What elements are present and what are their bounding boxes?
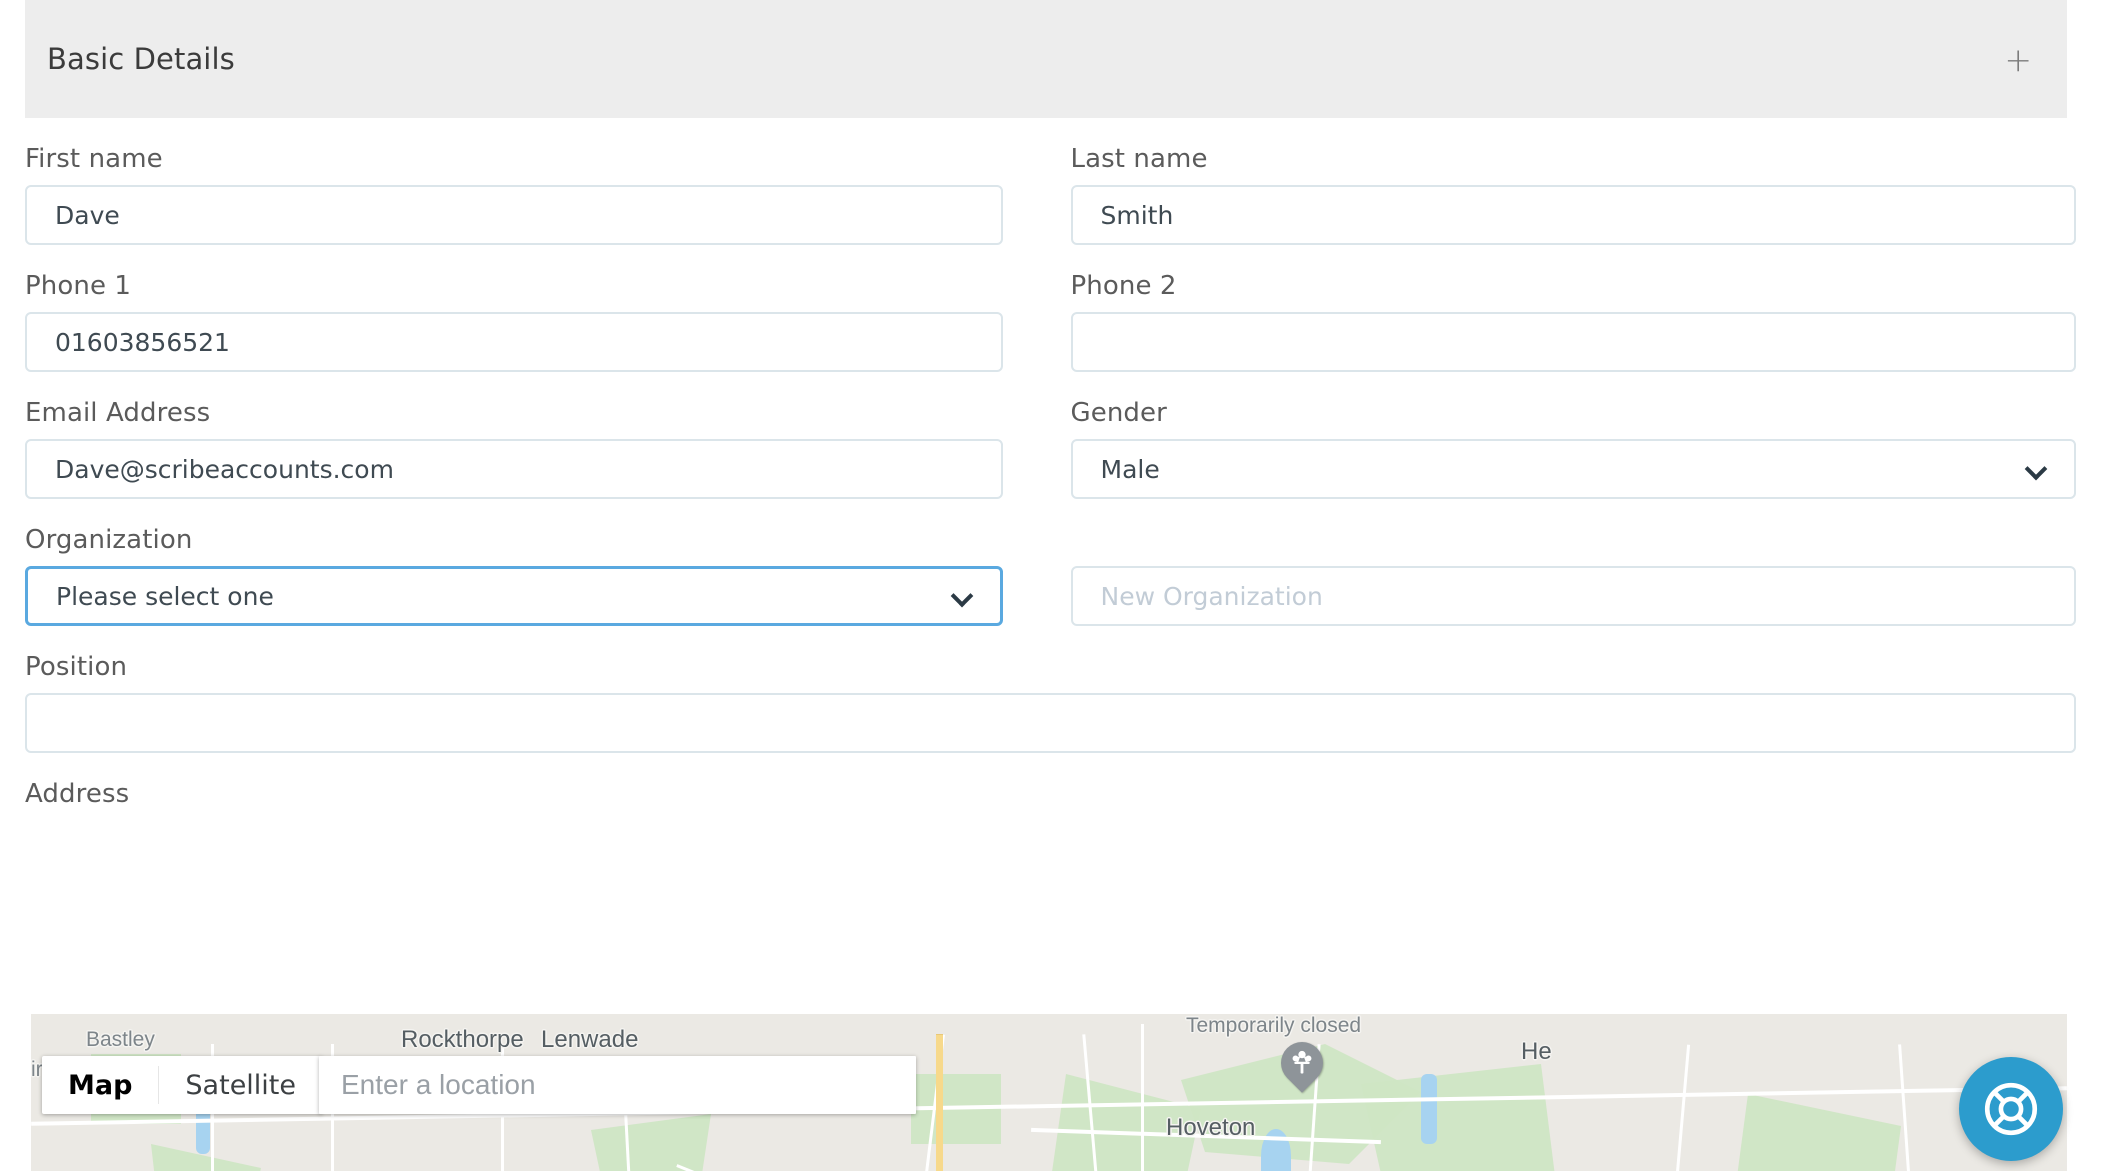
field-last-name: Last name Smith [1051, 118, 2076, 245]
new-organization-input[interactable]: New Organization [1070, 566, 2076, 626]
field-email-address: Email Address Dave@scribeaccounts.com [25, 372, 1051, 499]
map-label: Rockthorpe [401, 1026, 524, 1053]
form-row-organization: Organization Please select one New Organ… [25, 499, 2076, 626]
field-gender: Gender Male [1051, 372, 2076, 499]
help-support-button[interactable] [1959, 1057, 2063, 1161]
field-label-phone-1: Phone 1 [25, 271, 132, 301]
map-type-control: Map Satellite [42, 1056, 323, 1114]
field-label-phone-2: Phone 2 [1070, 271, 1177, 301]
field-new-organization: New Organization [1051, 499, 2076, 626]
location-search-box[interactable]: Enter a location [319, 1056, 916, 1114]
field-label-gender: Gender [1070, 398, 1167, 428]
basic-details-page: Basic Details + First name Dave Last nam… [0, 0, 2101, 1171]
chevron-down-icon [2026, 459, 2046, 479]
form-row-names: First name Dave Last name Smith [25, 118, 2076, 245]
gender-select-value: Male [1100, 454, 1160, 484]
map-label: Lenwade [541, 1026, 639, 1053]
email-address-input[interactable]: Dave@scribeaccounts.com [25, 439, 1003, 499]
panel-header: Basic Details + [25, 0, 2067, 118]
field-label-organization: Organization [25, 525, 193, 555]
location-search-input[interactable]: Enter a location [341, 1069, 536, 1101]
chevron-down-icon [952, 586, 972, 606]
lifebuoy-icon [1984, 1082, 2038, 1136]
map-type-button-map[interactable]: Map [42, 1056, 158, 1114]
map-type-button-satellite[interactable]: Satellite [159, 1056, 322, 1114]
map-label: ir [31, 1058, 43, 1081]
page-title: Basic Details [47, 42, 235, 76]
gender-select[interactable]: Male [1070, 439, 2076, 499]
field-position: Position [25, 626, 2076, 753]
organization-select[interactable]: Please select one [25, 566, 1003, 626]
last-name-input[interactable]: Smith [1070, 185, 2076, 245]
field-first-name: First name Dave [25, 118, 1051, 245]
field-label-first-name: First name [25, 144, 163, 174]
field-phone-2: Phone 2 [1051, 245, 2076, 372]
field-organization: Organization Please select one [25, 499, 1051, 626]
field-phone-1: Phone 1 01603856521 [25, 245, 1051, 372]
field-address: Address [25, 753, 2076, 820]
basic-details-form: First name Dave Last name Smith Phone 1 … [0, 118, 2101, 820]
park-pin-icon[interactable] [1272, 1033, 1332, 1093]
form-row-phones: Phone 1 01603856521 Phone 2 [25, 245, 2076, 372]
first-name-input[interactable]: Dave [25, 185, 1003, 245]
field-label-email-address: Email Address [25, 398, 211, 428]
address-map[interactable]: ir Bastley ton ley Rockthorpe Lenwade Ho… [31, 1014, 2067, 1171]
map-label: Bastley [86, 1028, 155, 1051]
form-row-position: Position [25, 626, 2076, 753]
form-row-address: Address [25, 753, 2076, 820]
map-label: Hoveton [1166, 1114, 1256, 1141]
field-label-position: Position [25, 652, 128, 682]
phone-1-input[interactable]: 01603856521 [25, 312, 1003, 372]
position-input[interactable] [25, 693, 2076, 753]
phone-2-input[interactable] [1070, 312, 2076, 372]
field-label-address: Address [25, 779, 130, 809]
park-glyph-icon [1292, 1050, 1312, 1074]
organization-select-value: Please select one [56, 581, 274, 611]
form-row-email-gender: Email Address Dave@scribeaccounts.com Ge… [25, 372, 2076, 499]
field-label-last-name: Last name [1070, 144, 1208, 174]
plus-icon[interactable]: + [1994, 39, 2042, 80]
map-label: Temporarily closed [1186, 1014, 1362, 1037]
map-label: He [1521, 1038, 1552, 1065]
